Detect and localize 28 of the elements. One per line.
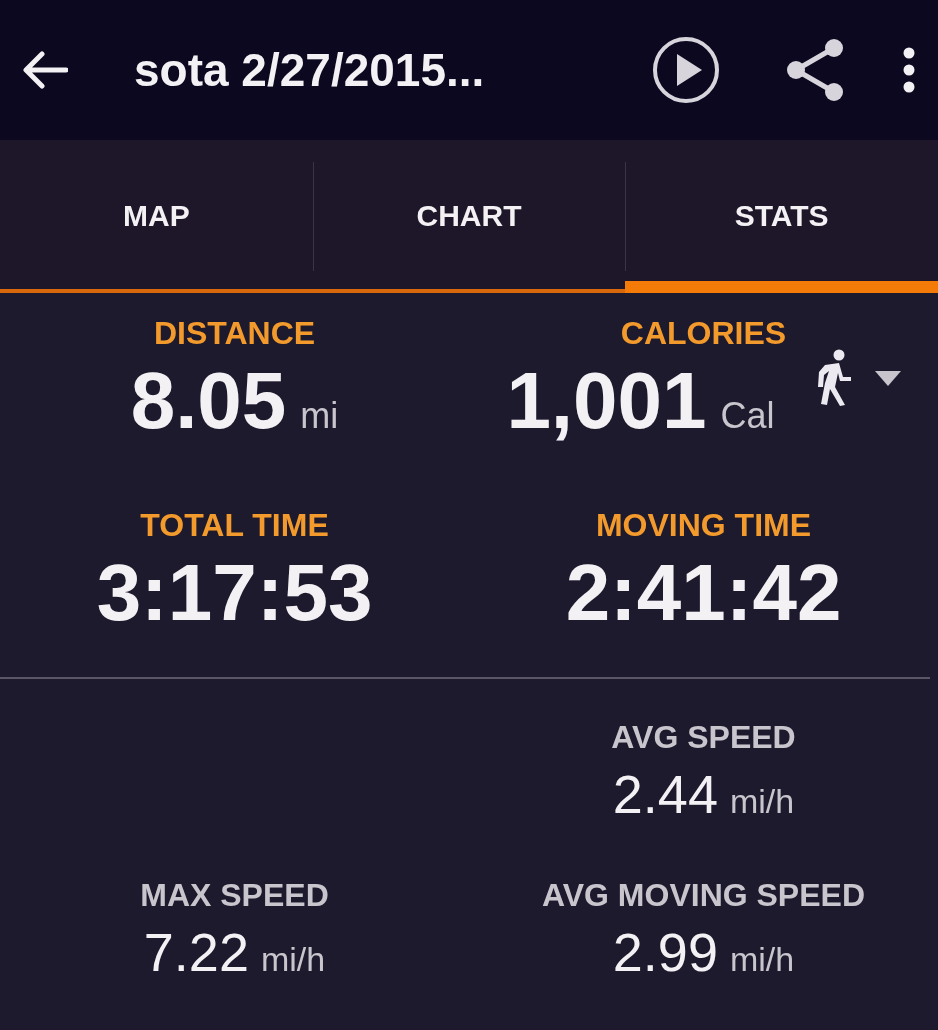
play-icon[interactable] <box>652 36 720 104</box>
stat-unit: mi/h <box>260 942 326 976</box>
stat-unit: mi <box>300 398 339 434</box>
stat-value: 2:41:42 <box>565 553 842 633</box>
stat-value: 2.99 <box>612 925 718 979</box>
stat-label: AVG MOVING SPEED <box>542 879 865 911</box>
stat-label: AVG SPEED <box>611 721 796 753</box>
tab[interactable]: CHART <box>312 140 626 293</box>
stat-unit: mi/h <box>729 942 795 976</box>
stat-unit: Cal <box>720 398 775 434</box>
stat-value: 3:17:53 <box>96 553 373 633</box>
stat-label: MOVING TIME <box>595 509 812 541</box>
more-options-icon[interactable] <box>902 47 916 93</box>
stat-label: TOTAL TIME <box>140 509 329 541</box>
stat-unit: mi/h <box>729 784 795 818</box>
back-arrow-icon[interactable] <box>22 50 68 90</box>
stat-label: MAX SPEED <box>140 879 329 911</box>
stat-value: 8.05 <box>130 361 287 441</box>
dropdown-caret-icon[interactable] <box>874 370 901 386</box>
stat-value: 2.44 <box>612 767 718 821</box>
share-icon[interactable] <box>784 38 846 102</box>
stat-value: 1,001 <box>506 361 707 441</box>
tab[interactable]: STATS <box>625 140 938 293</box>
stat-label: DISTANCE <box>153 317 316 349</box>
stat-label: CALORIES <box>620 317 787 349</box>
stat-value: 7.22 <box>143 925 249 979</box>
window-title: sota 2/27/2015... <box>134 42 485 98</box>
tab[interactable]: MAP <box>0 140 313 293</box>
